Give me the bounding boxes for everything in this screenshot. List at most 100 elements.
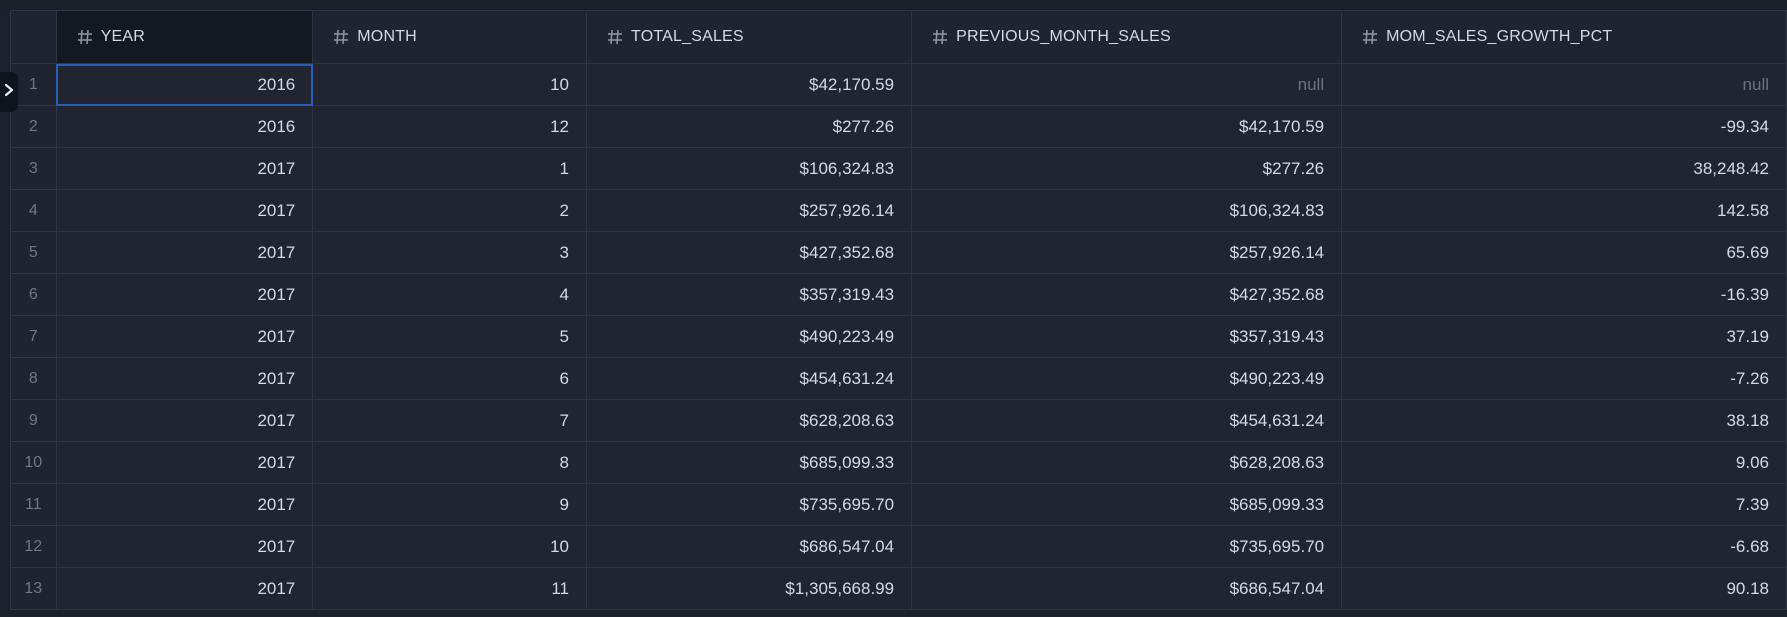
cell-previous-month-sales[interactable]: $628,208.63 (911, 441, 1343, 484)
cell-previous-month-sales[interactable]: $427,352.68 (911, 273, 1343, 316)
cell-previous-month-sales[interactable]: $277.26 (911, 147, 1343, 190)
cell-month[interactable]: 5 (312, 315, 588, 358)
cell-year[interactable]: 2017 (55, 399, 314, 442)
cell-previous-month-sales[interactable]: $735,695.70 (911, 525, 1343, 568)
cell-total-sales[interactable]: $490,223.49 (586, 315, 913, 358)
cell-month[interactable]: 11 (312, 567, 588, 610)
cell-year[interactable]: 2017 (55, 147, 314, 190)
cell-previous-month-sales[interactable]: null (911, 63, 1343, 106)
table-row: 1 2016 10 $42,170.59 null null (10, 63, 1787, 106)
cell-year[interactable]: 2017 (55, 441, 314, 484)
row-number: 6 (10, 273, 57, 316)
table-row: 8 2017 6 $454,631.24 $490,223.49 -7.26 (10, 357, 1787, 400)
cell-mom-sales-growth-pct[interactable]: null (1341, 63, 1787, 106)
cell-total-sales[interactable]: $685,099.33 (586, 441, 913, 484)
cell-mom-sales-growth-pct[interactable]: 38,248.42 (1341, 147, 1787, 190)
cell-previous-month-sales[interactable]: $685,099.33 (911, 483, 1343, 526)
column-header-total-sales[interactable]: TOTAL_SALES (586, 10, 913, 64)
row-number: 3 (10, 147, 57, 190)
cell-mom-sales-growth-pct[interactable]: 7.39 (1341, 483, 1787, 526)
row-number: 2 (10, 105, 57, 148)
row-number: 10 (10, 441, 57, 484)
chevron-right-icon (3, 83, 15, 102)
cell-previous-month-sales[interactable]: $106,324.83 (911, 189, 1343, 232)
cell-mom-sales-growth-pct[interactable]: 65.69 (1341, 231, 1787, 274)
cell-total-sales[interactable]: $427,352.68 (586, 231, 913, 274)
cell-total-sales[interactable]: $686,547.04 (586, 525, 913, 568)
cell-mom-sales-growth-pct[interactable]: -99.34 (1341, 105, 1787, 148)
column-header-mom-sales-growth-pct[interactable]: MOM_SALES_GROWTH_PCT (1341, 10, 1787, 64)
top-strip (0, 0, 1787, 10)
column-label: MONTH (357, 28, 417, 45)
row-number: 8 (10, 357, 57, 400)
cell-total-sales[interactable]: $106,324.83 (586, 147, 913, 190)
column-label: TOTAL_SALES (631, 28, 744, 45)
results-table: YEAR MONTH TOTAL_SALES PREVIOUS_MONTH_SA… (10, 10, 1787, 610)
column-label: YEAR (100, 28, 145, 45)
cell-month[interactable]: 2 (312, 189, 588, 232)
table-row: 13 2017 11 $1,305,668.99 $686,547.04 90.… (10, 567, 1787, 610)
cell-year[interactable]: 2017 (55, 483, 314, 526)
hash-icon (605, 27, 625, 47)
column-header-month[interactable]: MONTH (312, 10, 588, 64)
table-row: 6 2017 4 $357,319.43 $427,352.68 -16.39 (10, 273, 1787, 316)
cell-mom-sales-growth-pct[interactable]: -16.39 (1341, 273, 1787, 316)
cell-year[interactable]: 2017 (55, 273, 314, 316)
column-label: PREVIOUS_MONTH_SALES (956, 28, 1171, 45)
table-row: 11 2017 9 $735,695.70 $685,099.33 7.39 (10, 483, 1787, 526)
cell-mom-sales-growth-pct[interactable]: 142.58 (1341, 189, 1787, 232)
cell-year[interactable]: 2017 (55, 525, 314, 568)
cell-mom-sales-growth-pct[interactable]: 90.18 (1341, 567, 1787, 610)
cell-mom-sales-growth-pct[interactable]: -6.68 (1341, 525, 1787, 568)
cell-previous-month-sales[interactable]: $357,319.43 (911, 315, 1343, 358)
cell-previous-month-sales[interactable]: $454,631.24 (911, 399, 1343, 442)
cell-mom-sales-growth-pct[interactable]: -7.26 (1341, 357, 1787, 400)
table-row: 4 2017 2 $257,926.14 $106,324.83 142.58 (10, 189, 1787, 232)
cell-total-sales[interactable]: $42,170.59 (586, 63, 913, 106)
row-number: 9 (10, 399, 57, 442)
cell-previous-month-sales[interactable]: $42,170.59 (911, 105, 1343, 148)
cell-month[interactable]: 10 (312, 525, 588, 568)
cell-year[interactable]: 2016 (55, 105, 314, 148)
cell-previous-month-sales[interactable]: $490,223.49 (911, 357, 1343, 400)
cell-month[interactable]: 6 (312, 357, 588, 400)
cell-month[interactable]: 7 (312, 399, 588, 442)
results-grid-panel: YEAR MONTH TOTAL_SALES PREVIOUS_MONTH_SA… (0, 0, 1787, 617)
cell-month[interactable]: 4 (312, 273, 588, 316)
cell-previous-month-sales[interactable]: $686,547.04 (911, 567, 1343, 610)
cell-total-sales[interactable]: $735,695.70 (586, 483, 913, 526)
cell-total-sales[interactable]: $454,631.24 (586, 357, 913, 400)
cell-total-sales[interactable]: $1,305,668.99 (586, 567, 913, 610)
cell-total-sales[interactable]: $277.26 (586, 105, 913, 148)
column-header-year[interactable]: YEAR (55, 10, 314, 64)
cell-month[interactable]: 3 (312, 231, 588, 274)
cell-total-sales[interactable]: $357,319.43 (586, 273, 913, 316)
cell-total-sales[interactable]: $257,926.14 (586, 189, 913, 232)
cell-year[interactable]: 2017 (55, 231, 314, 274)
cell-mom-sales-growth-pct[interactable]: 38.18 (1341, 399, 1787, 442)
table-row: 2 2016 12 $277.26 $42,170.59 -99.34 (10, 105, 1787, 148)
cell-year[interactable]: 2017 (55, 357, 314, 400)
cell-total-sales[interactable]: $628,208.63 (586, 399, 913, 442)
hash-icon (75, 27, 95, 47)
cell-year[interactable]: 2016 (55, 63, 314, 106)
cell-month[interactable]: 8 (312, 441, 588, 484)
cell-mom-sales-growth-pct[interactable]: 37.19 (1341, 315, 1787, 358)
cell-year[interactable]: 2017 (55, 189, 314, 232)
cell-previous-month-sales[interactable]: $257,926.14 (911, 231, 1343, 274)
row-number: 11 (10, 483, 57, 526)
cell-month[interactable]: 9 (312, 483, 588, 526)
cell-month[interactable]: 1 (312, 147, 588, 190)
column-header-previous-month-sales[interactable]: PREVIOUS_MONTH_SALES (911, 10, 1343, 64)
hash-icon (1360, 27, 1380, 47)
table-row: 10 2017 8 $685,099.33 $628,208.63 9.06 (10, 441, 1787, 484)
table-row: 9 2017 7 $628,208.63 $454,631.24 38.18 (10, 399, 1787, 442)
column-label: MOM_SALES_GROWTH_PCT (1386, 28, 1613, 45)
cell-month[interactable]: 10 (312, 63, 588, 106)
header-row: YEAR MONTH TOTAL_SALES PREVIOUS_MONTH_SA… (10, 10, 1787, 64)
expand-panel-button[interactable] (0, 72, 18, 112)
cell-month[interactable]: 12 (312, 105, 588, 148)
cell-year[interactable]: 2017 (55, 567, 314, 610)
cell-mom-sales-growth-pct[interactable]: 9.06 (1341, 441, 1787, 484)
cell-year[interactable]: 2017 (55, 315, 314, 358)
